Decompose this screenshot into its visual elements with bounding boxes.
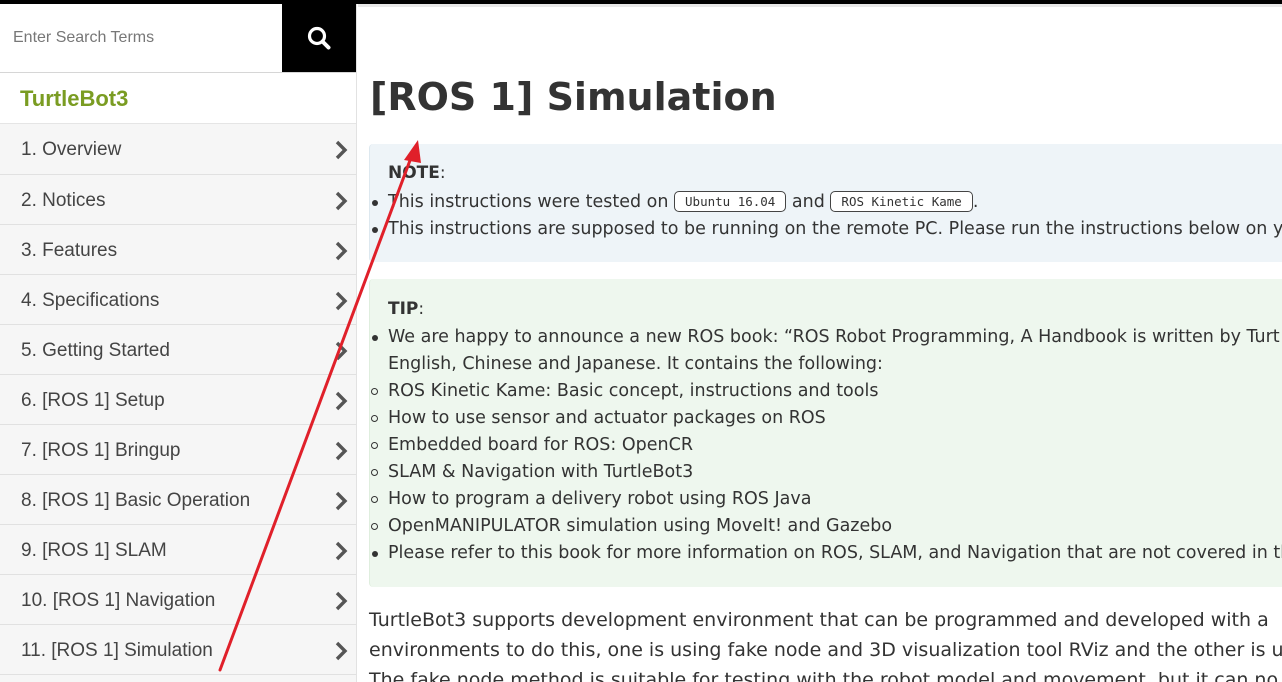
sidebar-item-ros1-simulation[interactable]: 11. [ROS 1] Simulation: [0, 625, 356, 675]
sidebar-brand-link[interactable]: TurtleBot3: [0, 73, 356, 124]
chevron-right-icon: [335, 391, 348, 411]
search-button[interactable]: [282, 4, 356, 72]
chevron-right-icon: [335, 641, 348, 661]
sidebar: TurtleBot3 1. Overview 2. Notices 3. Fea…: [0, 4, 357, 682]
sidebar-item-ros1-setup[interactable]: 6. [ROS 1] Setup: [0, 375, 356, 425]
chevron-right-icon: [335, 140, 348, 160]
note-item: This instructions are supposed to be run…: [371, 216, 1282, 243]
sidebar-item-label: 3. Features: [21, 240, 118, 261]
sidebar-item-label: 6. [ROS 1] Setup: [21, 390, 165, 411]
sidebar-item-getting-started[interactable]: 5. Getting Started: [0, 325, 356, 375]
code-ros-version: ROS Kinetic Kame: [830, 191, 973, 212]
sidebar-item-ros1-navigation[interactable]: 10. [ROS 1] Navigation: [0, 575, 356, 625]
search-bar: [0, 4, 356, 73]
note-box: NOTE: This instructions were tested on U…: [369, 144, 1282, 262]
tip-sub-item: ROS Kinetic Kame: Basic concept, instruc…: [370, 378, 878, 405]
main-content: [ROS 1] Simulation NOTE: This instructio…: [358, 7, 1282, 682]
tip-sub-item: Embedded board for ROS: OpenCR: [371, 432, 693, 459]
tip-item-continued: English, Chinese and Japanese. It contai…: [388, 354, 883, 374]
sidebar-item-label: 10. [ROS 1] Navigation: [21, 590, 216, 611]
sidebar-item-ros1-bringup[interactable]: 7. [ROS 1] Bringup: [0, 425, 356, 475]
body-paragraph: TurtleBot3 supports development environm…: [369, 605, 1282, 682]
search-input[interactable]: [0, 4, 282, 72]
sidebar-nav: 1. Overview 2. Notices 3. Features 4. Sp…: [0, 124, 356, 675]
page-title: [ROS 1] Simulation: [370, 75, 777, 119]
sidebar-item-label: 9. [ROS 1] SLAM: [21, 540, 167, 561]
tip-sub-item: OpenMANIPULATOR simulation using MoveIt!…: [370, 513, 892, 540]
body-line: The fake node method is suitable for tes…: [369, 669, 1279, 682]
tip-item: We are happy to announce a new ROS book:…: [372, 324, 1280, 351]
note-heading: NOTE:: [388, 163, 446, 183]
chevron-right-icon: [335, 541, 348, 561]
sidebar-item-label: 1. Overview: [21, 139, 122, 160]
sidebar-item-label: 2. Notices: [21, 190, 106, 211]
sidebar-item-label: 11. [ROS 1] Simulation: [21, 640, 213, 661]
chevron-right-icon: [335, 341, 348, 361]
tip-sub-item: How to program a delivery robot using RO…: [370, 486, 811, 513]
sidebar-item-features[interactable]: 3. Features: [0, 225, 356, 275]
sidebar-item-notices[interactable]: 2. Notices: [0, 175, 356, 225]
chevron-right-icon: [335, 591, 348, 611]
chevron-right-icon: [335, 491, 348, 511]
tip-heading: TIP:: [388, 299, 425, 319]
chevron-right-icon: [335, 241, 348, 261]
sidebar-item-label: 5. Getting Started: [21, 340, 170, 361]
sidebar-item-label: 8. [ROS 1] Basic Operation: [21, 490, 251, 511]
chevron-right-icon: [335, 441, 348, 461]
note-item: This instructions were tested on Ubuntu …: [371, 189, 978, 216]
chevron-right-icon: [335, 291, 348, 311]
sidebar-item-label: 4. Specifications: [21, 290, 160, 311]
body-line: environments to do this, one is using fa…: [369, 639, 1282, 661]
body-line: TurtleBot3 supports development environm…: [369, 609, 1269, 631]
tip-sub-item: SLAM & Navigation with TurtleBot3: [370, 459, 693, 486]
chevron-right-icon: [335, 191, 348, 211]
sidebar-item-label: 7. [ROS 1] Bringup: [21, 440, 181, 461]
sidebar-item-overview[interactable]: 1. Overview: [0, 124, 356, 175]
code-ubuntu-version: Ubuntu 16.04: [674, 191, 787, 212]
tip-item: Please refer to this book for more infor…: [371, 540, 1282, 567]
tip-sub-item: How to use sensor and actuator packages …: [371, 405, 826, 432]
sidebar-item-specifications[interactable]: 4. Specifications: [0, 275, 356, 325]
tip-box: TIP: We are happy to announce a new ROS …: [369, 279, 1282, 587]
search-icon: [307, 26, 331, 50]
sidebar-item-ros1-slam[interactable]: 9. [ROS 1] SLAM: [0, 525, 356, 575]
sidebar-item-ros1-basic-operation[interactable]: 8. [ROS 1] Basic Operation: [0, 475, 356, 525]
